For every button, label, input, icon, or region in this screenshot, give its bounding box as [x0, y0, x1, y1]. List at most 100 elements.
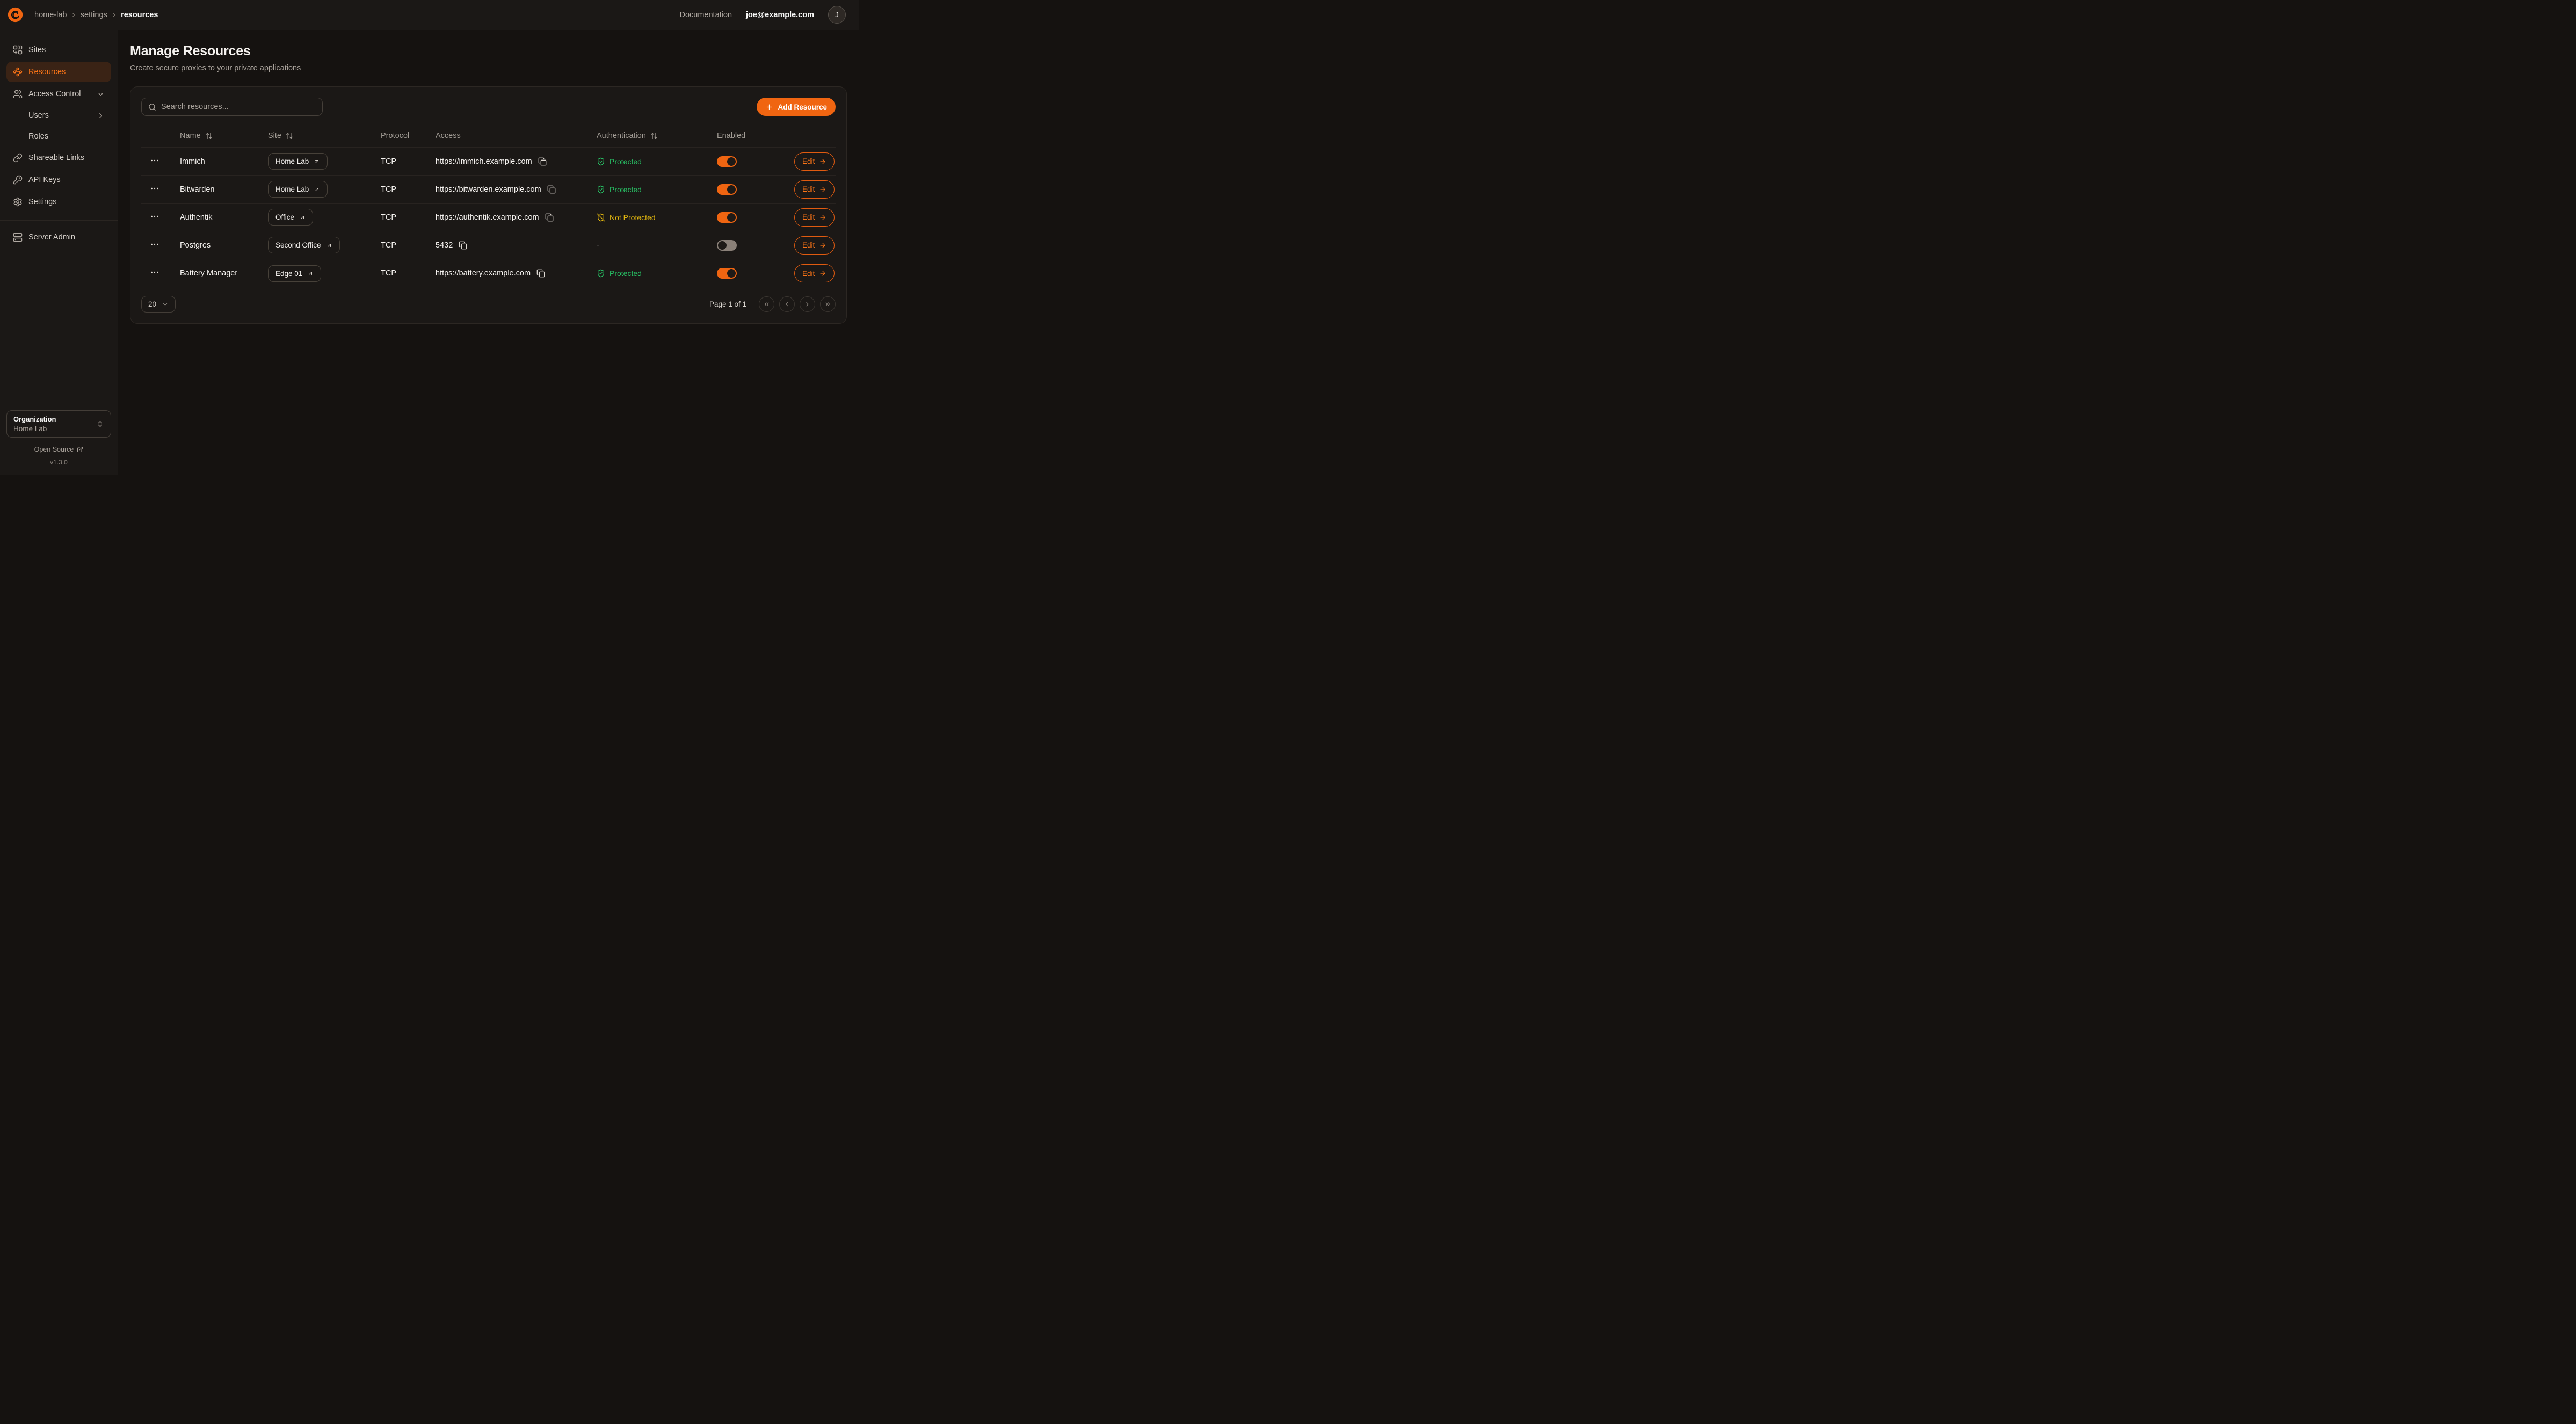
sidebar: Sites Resources Access Control Users Rol… [0, 30, 118, 475]
edit-button[interactable]: Edit [794, 180, 835, 199]
chevrons-up-down-icon [96, 420, 104, 428]
row-menu-button[interactable] [150, 183, 162, 194]
auth-status: Protected [597, 185, 717, 194]
organization-selector[interactable]: Organization Home Lab [6, 410, 111, 438]
site-link-button[interactable]: Office [268, 209, 313, 226]
shield-check-icon [597, 269, 605, 278]
sidebar-item-users[interactable]: Users [6, 106, 111, 125]
table-row: Battery Manager Edge 01 TCP https://batt… [141, 259, 836, 287]
sidebar-item-roles[interactable]: Roles [6, 127, 111, 146]
column-header-site[interactable]: Site [268, 132, 381, 140]
combine-icon [13, 45, 23, 55]
key-icon [13, 175, 23, 185]
sort-icon[interactable] [286, 132, 293, 140]
access-url: https://immich.example.com [436, 157, 532, 166]
shield-check-icon [597, 157, 605, 166]
sidebar-item-api-keys[interactable]: API Keys [6, 170, 111, 190]
auth-status-label: Not Protected [609, 213, 656, 222]
protocol-value: TCP [381, 213, 436, 222]
copy-icon[interactable] [547, 185, 556, 194]
sidebar-divider [0, 220, 118, 221]
sidebar-item-sites[interactable]: Sites [6, 40, 111, 60]
sort-icon[interactable] [650, 132, 658, 140]
arrow-right-icon [819, 186, 826, 193]
edit-button[interactable]: Edit [794, 208, 835, 227]
site-link-button[interactable]: Home Lab [268, 181, 328, 198]
column-header-name[interactable]: Name [180, 132, 268, 140]
sidebar-item-label: Roles [28, 132, 48, 141]
sidebar-item-settings[interactable]: Settings [6, 192, 111, 212]
auth-status: Protected [597, 157, 717, 166]
sort-icon[interactable] [205, 132, 213, 140]
access-url: https://authentik.example.com [436, 213, 539, 222]
resource-name: Battery Manager [180, 269, 268, 278]
breadcrumb-settings[interactable]: settings [81, 11, 107, 19]
copy-icon[interactable] [459, 241, 467, 250]
copy-icon[interactable] [545, 213, 554, 222]
enabled-toggle[interactable] [717, 156, 737, 167]
row-menu-button[interactable] [150, 238, 162, 250]
topbar: home-lab › settings › resources Document… [0, 0, 859, 30]
arrow-up-right-icon [326, 242, 332, 249]
open-source-link[interactable]: Open Source [6, 446, 111, 453]
gear-icon [13, 197, 23, 207]
site-name: Edge 01 [275, 270, 302, 278]
add-resource-button[interactable]: Add Resource [757, 98, 836, 116]
site-link-button[interactable]: Second Office [268, 237, 340, 253]
column-header-enabled: Enabled [717, 132, 794, 140]
edit-button[interactable]: Edit [794, 236, 835, 255]
column-header-protocol: Protocol [381, 132, 436, 140]
sidebar-item-label: Shareable Links [28, 154, 84, 162]
column-header-authentication[interactable]: Authentication [597, 132, 717, 140]
table-body: Immich Home Lab TCP https://immich.examp… [141, 148, 836, 287]
arrow-up-right-icon [299, 214, 306, 221]
enabled-toggle[interactable] [717, 184, 737, 195]
sidebar-item-shareable-links[interactable]: Shareable Links [6, 148, 111, 168]
shield-check-icon [597, 185, 605, 194]
row-menu-button[interactable] [150, 266, 162, 278]
enabled-toggle[interactable] [717, 212, 737, 223]
copy-icon[interactable] [536, 269, 545, 278]
access-url: https://bitwarden.example.com [436, 185, 541, 194]
copy-icon[interactable] [538, 157, 547, 166]
prev-page-button[interactable] [779, 296, 795, 312]
avatar[interactable]: J [828, 6, 846, 24]
row-menu-button[interactable] [150, 210, 162, 222]
arrow-right-icon [819, 214, 826, 221]
page-status: Page 1 of 1 [709, 300, 746, 308]
sidebar-item-resources[interactable]: Resources [6, 62, 111, 82]
resources-card: Add Resource Name Site [130, 86, 847, 324]
arrow-up-right-icon [314, 158, 320, 165]
enabled-toggle[interactable] [717, 240, 737, 251]
next-page-button[interactable] [800, 296, 815, 312]
edit-label: Edit [802, 157, 815, 165]
edit-button[interactable]: Edit [794, 152, 835, 171]
documentation-link[interactable]: Documentation [680, 11, 732, 19]
ellipsis-icon [150, 212, 159, 221]
pagination-bar: 20 Page 1 of 1 [141, 296, 836, 313]
sidebar-item-label: Server Admin [28, 233, 75, 242]
page-subtitle: Create secure proxies to your private ap… [130, 64, 847, 72]
last-page-button[interactable] [820, 296, 836, 312]
chevron-left-icon [783, 301, 790, 308]
resource-name: Immich [180, 157, 268, 166]
pangolin-logo [6, 6, 24, 24]
first-page-button[interactable] [759, 296, 774, 312]
organization-value: Home Lab [13, 425, 96, 433]
sidebar-item-server-admin[interactable]: Server Admin [6, 227, 111, 248]
site-link-button[interactable]: Home Lab [268, 153, 328, 170]
sidebar-item-access-control[interactable]: Access Control [6, 84, 111, 104]
site-link-button[interactable]: Edge 01 [268, 265, 321, 282]
search-icon [148, 103, 156, 111]
page-size-select[interactable]: 20 [141, 296, 176, 313]
breadcrumb-separator: › [113, 11, 115, 19]
row-menu-button[interactable] [150, 155, 162, 166]
search-input[interactable] [161, 103, 316, 111]
edit-button[interactable]: Edit [794, 264, 835, 282]
breadcrumb-home-lab[interactable]: home-lab [34, 11, 67, 19]
users-icon [13, 89, 23, 99]
user-email[interactable]: joe@example.com [746, 11, 814, 19]
protocol-value: TCP [381, 269, 436, 278]
access-url: 5432 [436, 241, 453, 250]
enabled-toggle[interactable] [717, 268, 737, 279]
